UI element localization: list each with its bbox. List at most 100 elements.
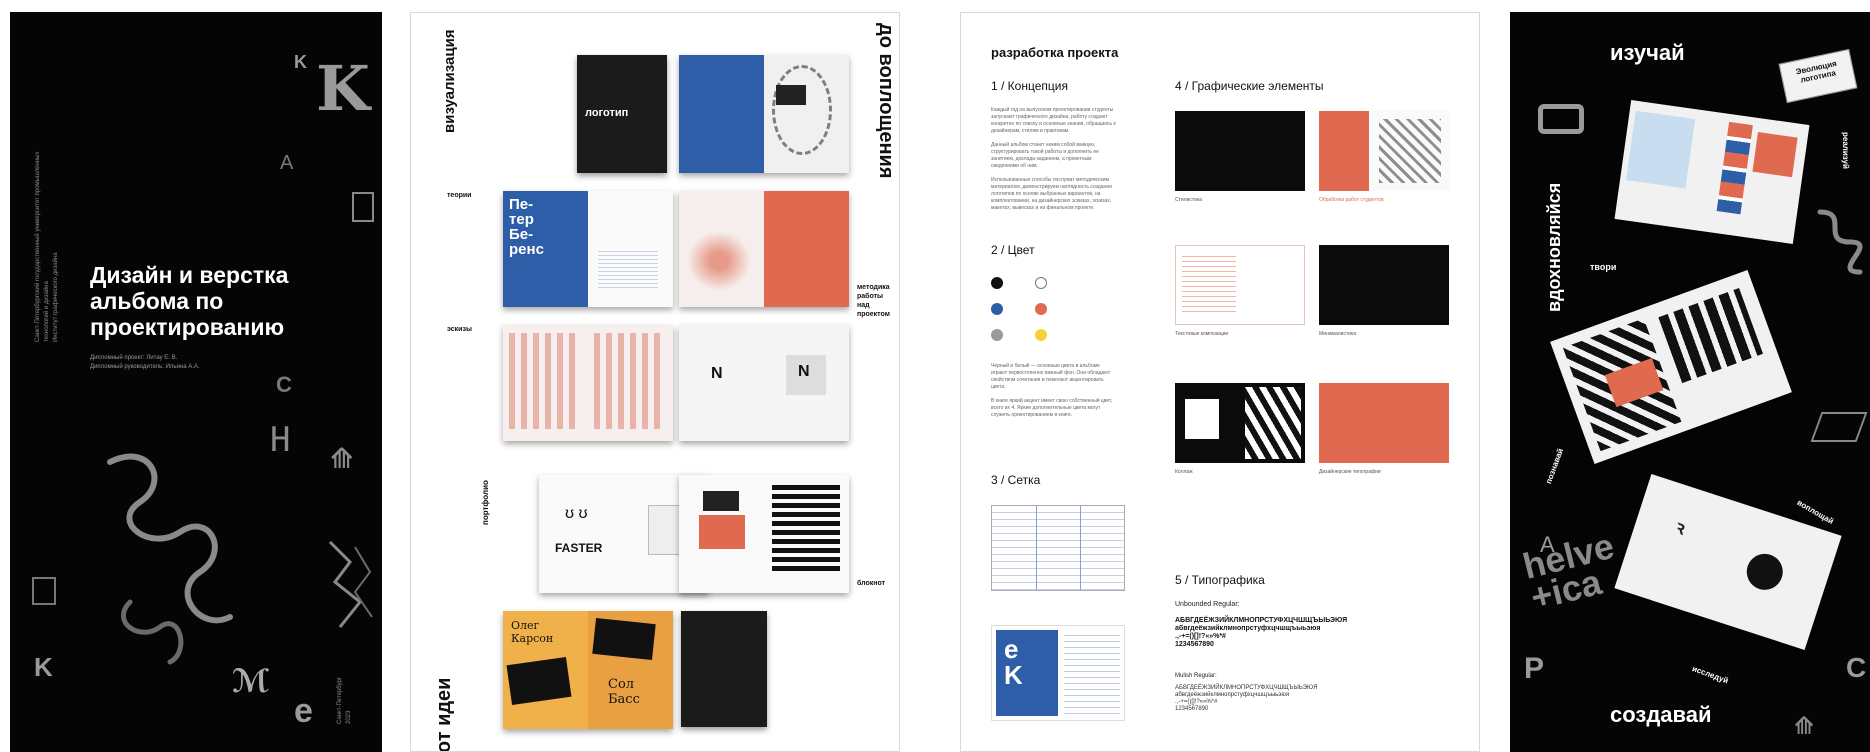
page-stickers	[679, 475, 764, 593]
box-glyph-icon	[352, 192, 374, 222]
graphic-collage-tile	[1175, 383, 1305, 463]
page-logos-left: N	[679, 325, 764, 441]
word-realize: реализуй	[1841, 132, 1850, 169]
swatch-yellow	[1035, 329, 1047, 341]
font2-sample: АБВГДЕЁЖЗИЙКЛМНОПРСТУФХЦЧШЩЪЫЬЭЮЯ абвгде…	[1175, 685, 1318, 712]
poster-text: Пе- тер Бе- ренс	[509, 196, 544, 258]
word-explore: исследуй	[1690, 664, 1730, 686]
swatch-white	[1035, 277, 1047, 289]
cover-panel: Санкт-Петербургский государственный унив…	[10, 12, 382, 752]
grid-diagram	[991, 505, 1125, 591]
spread-sketches	[503, 325, 673, 441]
logotype-book-label: логотип	[585, 107, 629, 119]
tree-glyph-icon: ⟰	[330, 443, 354, 474]
graphic-typography-tile	[1319, 383, 1449, 463]
caption-text-composition: Текстовые композиции	[1175, 331, 1229, 337]
page-collage-right: Сол Басс	[588, 611, 673, 729]
label-method: методика работы над проектом	[857, 284, 890, 318]
page-poster: Пе- тер Бе- ренс	[503, 191, 588, 307]
label-to-embodiment: до воплощения	[875, 23, 897, 179]
caption-student-works: Обработка работ студентов	[1319, 197, 1384, 203]
grid-poster-example: eK	[991, 625, 1125, 721]
poster-word-2: Сол Басс	[608, 677, 640, 707]
spread-stickers	[679, 475, 849, 593]
font2-label: Mulish Regular:	[1175, 673, 1217, 679]
graphic-minimal-tile	[1319, 245, 1449, 325]
word-study: изучай	[1610, 40, 1685, 65]
poster-word-1: Олег Карсон	[511, 619, 554, 645]
letter-h-outline-icon	[1538, 104, 1584, 134]
caption-style: Стилистика	[1175, 197, 1203, 203]
spread-orange	[679, 191, 849, 307]
album-overview-panel: визуализация до воплощения от идеи логот…	[410, 12, 900, 752]
label-theory: теории	[447, 192, 472, 199]
development-header: разработка проекта	[991, 45, 1119, 60]
city-year: Санкт-Петербург 2023	[337, 676, 352, 724]
label-notebook: блокнот	[857, 580, 886, 587]
letter-k-icon: K	[316, 52, 370, 125]
spread-blue-collage	[679, 55, 849, 173]
letter-k-small-icon: K	[34, 652, 53, 682]
label-from-idea: от идеи	[433, 677, 455, 752]
cover-title: Дизайн и верстка альбома по проектирован…	[90, 262, 289, 340]
helvetica-word: helve +ica	[1518, 524, 1619, 618]
small-k-icon: K	[294, 52, 307, 72]
logo-evolution-sticker: Эволюция логотипа	[1778, 48, 1858, 104]
magazine-top	[1614, 100, 1810, 244]
magazine-middle	[1550, 270, 1792, 464]
color-text: Черный и белый — основные цвета в альбом…	[991, 363, 1113, 418]
wave-decoration	[107, 453, 233, 665]
letter-e-icon: e	[294, 692, 313, 730]
page-sketch	[679, 191, 764, 307]
section-graphics: 4 / Графические элементы	[1175, 79, 1324, 93]
black-notebook	[681, 611, 767, 727]
page-collage-left: Олег Карсон	[503, 611, 588, 729]
triangle-icon: A	[1540, 532, 1555, 557]
caption-collage: Коллаж	[1175, 469, 1193, 475]
faster-label: FASTER	[555, 541, 603, 555]
project-development-panel: разработка проекта 1 / Концепция Каждый …	[960, 12, 1480, 752]
spread-collage-orange: Олег Карсон Сол Басс	[503, 611, 673, 729]
word-inspire: вдохновляйся	[1544, 182, 1564, 312]
swatch-grey	[991, 329, 1003, 341]
caption-typography: Дизайнерские типографии	[1319, 469, 1381, 475]
page-redacted	[764, 475, 849, 593]
word-learn: познавай	[1544, 447, 1566, 486]
graphic-orange-tile	[1319, 111, 1449, 191]
label-visualization: визуализация	[441, 29, 458, 133]
letter-a-icon: A	[280, 152, 294, 174]
graphic-black-tile	[1175, 111, 1305, 191]
page-collage	[764, 55, 849, 173]
page-orange	[764, 191, 849, 307]
bracket-icon	[32, 577, 56, 605]
section-concept: 1 / Концепция	[991, 79, 1068, 93]
spread-logos: N N	[679, 325, 849, 441]
swatch-black	[991, 277, 1003, 289]
page-logos-right: N	[764, 325, 849, 441]
section-grid: 3 / Сетка	[991, 473, 1041, 487]
university-text: Санкт-Петербургский государственный унив…	[35, 151, 59, 342]
page-sketches-right	[588, 325, 673, 441]
swatch-orange	[1035, 303, 1047, 315]
letter-p-icon: P	[1524, 652, 1545, 685]
word-tvori: твори	[1590, 262, 1617, 272]
page-sketches-left	[503, 325, 588, 441]
section-color: 2 / Цвет	[991, 243, 1035, 257]
magazine-bottom: ꝛ	[1614, 474, 1842, 650]
graphic-text-composition	[1175, 245, 1305, 325]
tree-glyph-right-icon: ⟰	[1794, 713, 1815, 740]
caption-minimal: Минималистика	[1319, 331, 1357, 337]
squiggle-decoration	[1817, 209, 1863, 275]
section-typography: 5 / Типографика	[1175, 573, 1265, 587]
bracket-right-icon	[1810, 412, 1868, 442]
cover-subtitle: Дипломный проект: Литау Е. В. Дипломный …	[90, 355, 200, 370]
spread-poster: Пе- тер Бе- ренс	[503, 191, 673, 307]
page-faster: FASTER ʊ ʊ	[539, 475, 624, 593]
word-create: создавай	[1610, 702, 1712, 727]
font1-label: Unbounded Regular:	[1175, 601, 1240, 608]
swatch-blue	[991, 303, 1003, 315]
font1-sample: АБВГДЕЁЖЗИЙКЛМНОПРСТУФХЦЧШЩЪЫЬЭЮЯ абвгде…	[1175, 617, 1348, 648]
page-text	[588, 191, 673, 307]
page-blue	[679, 55, 764, 173]
letter-h-icon: H	[270, 420, 291, 460]
